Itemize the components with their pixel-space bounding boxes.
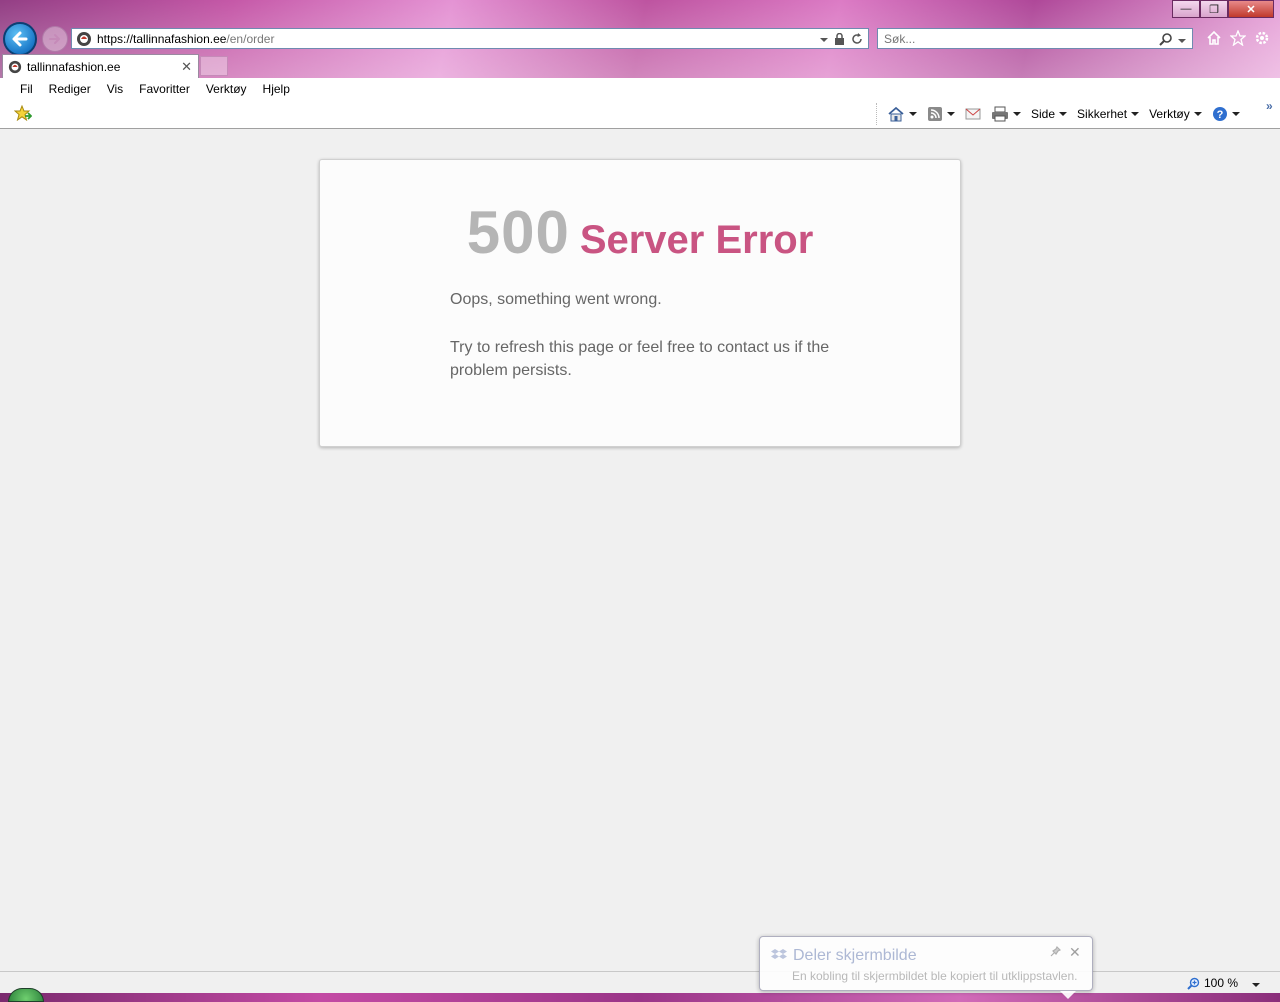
page-menu-label: Side xyxy=(1031,107,1056,121)
feeds-button[interactable] xyxy=(927,106,955,122)
error-heading: 500 Server Error xyxy=(320,198,960,267)
home-icon xyxy=(888,106,904,122)
safety-menu-button[interactable]: Sikkerhet xyxy=(1077,107,1140,121)
add-favorites-button[interactable] xyxy=(13,104,33,124)
zoom-dropdown-icon[interactable] xyxy=(1252,976,1261,990)
page-menu-button[interactable]: Side xyxy=(1031,107,1068,121)
toast-close-button[interactable]: ✕ xyxy=(1069,944,1081,961)
tab-active[interactable]: tallinnafashion.ee ✕ xyxy=(2,54,199,78)
url-host: https://tallinnafashion.ee xyxy=(97,31,227,46)
search-input[interactable] xyxy=(884,31,1154,46)
toast-body: En kobling til skjermbildet ble kopiert … xyxy=(792,969,1078,983)
restore-button[interactable]: ❐ xyxy=(1200,0,1228,18)
zoom-control[interactable]: 100 % xyxy=(1187,976,1261,990)
os-taskbar xyxy=(0,993,1280,1002)
toast-title: Deler skjermbilde xyxy=(793,947,917,964)
page-content: 500 Server Error Oops, something went wro… xyxy=(0,129,1280,971)
tab-close-button[interactable]: ✕ xyxy=(181,59,192,75)
refresh-icon[interactable] xyxy=(851,32,863,45)
browser-right-icons xyxy=(1205,28,1271,48)
address-bar[interactable]: https://tallinnafashion.ee/en/order xyxy=(71,28,869,49)
safety-menu-label: Sikkerhet xyxy=(1077,107,1128,121)
menu-tools[interactable]: Verktøy xyxy=(198,82,255,96)
tools-menu-label: Verktøy xyxy=(1149,107,1190,121)
back-icon xyxy=(12,31,28,47)
menu-file[interactable]: Fil xyxy=(12,82,41,96)
menu-bar: Fil Rediger Vis Favoritter Verktøy Hjelp xyxy=(0,78,1280,100)
home-icon xyxy=(1207,30,1221,45)
tools-menu-button[interactable]: Verktøy xyxy=(1149,107,1202,121)
error-title: Server Error xyxy=(579,218,814,262)
lock-icon[interactable] xyxy=(834,32,845,45)
dropdown-icon[interactable] xyxy=(820,33,828,45)
search-icon[interactable] xyxy=(1159,32,1173,46)
help-button[interactable]: ? xyxy=(1212,106,1240,122)
home-cmd-button[interactable] xyxy=(887,106,917,122)
menu-edit[interactable]: Rediger xyxy=(41,82,99,96)
mail-icon xyxy=(965,108,981,120)
start-button[interactable] xyxy=(8,988,44,1002)
settings-button[interactable] xyxy=(1253,28,1271,48)
error-code: 500 xyxy=(466,199,570,266)
site-icon xyxy=(77,31,91,46)
print-icon xyxy=(992,106,1008,122)
menu-help[interactable]: Hjelp xyxy=(255,82,298,96)
command-bar-right: Side Sikkerhet Verktøy ? xyxy=(876,103,1250,125)
search-dropdown-icon[interactable] xyxy=(1178,32,1186,46)
address-tools xyxy=(820,32,868,45)
search-tools xyxy=(1159,32,1192,46)
close-window-button[interactable]: ✕ xyxy=(1228,0,1274,18)
svg-text:?: ? xyxy=(1216,109,1223,121)
zoom-icon xyxy=(1187,977,1200,990)
new-tab-button[interactable] xyxy=(200,56,228,76)
search-bar[interactable] xyxy=(877,28,1193,49)
url-path: /en/order xyxy=(226,31,275,46)
forward-button[interactable] xyxy=(42,26,68,52)
zoom-level: 100 % xyxy=(1204,976,1239,990)
favorites-star-icon xyxy=(1230,30,1246,46)
back-button[interactable] xyxy=(3,22,37,56)
pin-icon[interactable] xyxy=(1050,945,1062,960)
print-button[interactable] xyxy=(991,106,1021,122)
command-bar: Side Sikkerhet Verktøy ? xyxy=(0,100,1280,129)
favorites-button[interactable] xyxy=(1229,28,1247,48)
error-message-secondary: Try to refresh this page or feel free to… xyxy=(450,339,830,379)
gear-icon xyxy=(1255,31,1269,45)
error-card: 500 Server Error Oops, something went wro… xyxy=(319,159,961,447)
notification-toast[interactable]: Deler skjermbilde En kobling til skjermb… xyxy=(759,936,1093,999)
tab-site-icon xyxy=(8,60,22,73)
help-icon: ? xyxy=(1212,107,1227,121)
window-controls: — ❐ ✕ xyxy=(1172,0,1274,18)
error-message-primary: Oops, something went wrong. xyxy=(450,291,662,308)
home-button[interactable] xyxy=(1205,28,1223,48)
feeds-icon xyxy=(928,107,942,121)
toast-pointer xyxy=(1060,991,1076,999)
menu-view[interactable]: Vis xyxy=(99,82,131,96)
dropbox-icon xyxy=(771,949,787,959)
minimize-button[interactable]: — xyxy=(1172,0,1200,18)
more-commands-icon[interactable]: » xyxy=(1266,99,1273,113)
menu-favorites[interactable]: Favoritter xyxy=(131,82,198,96)
forward-icon xyxy=(49,34,60,44)
mail-button[interactable] xyxy=(965,107,981,121)
add-favorites-icon xyxy=(13,104,33,122)
tab-title: tallinnafashion.ee xyxy=(27,59,121,74)
